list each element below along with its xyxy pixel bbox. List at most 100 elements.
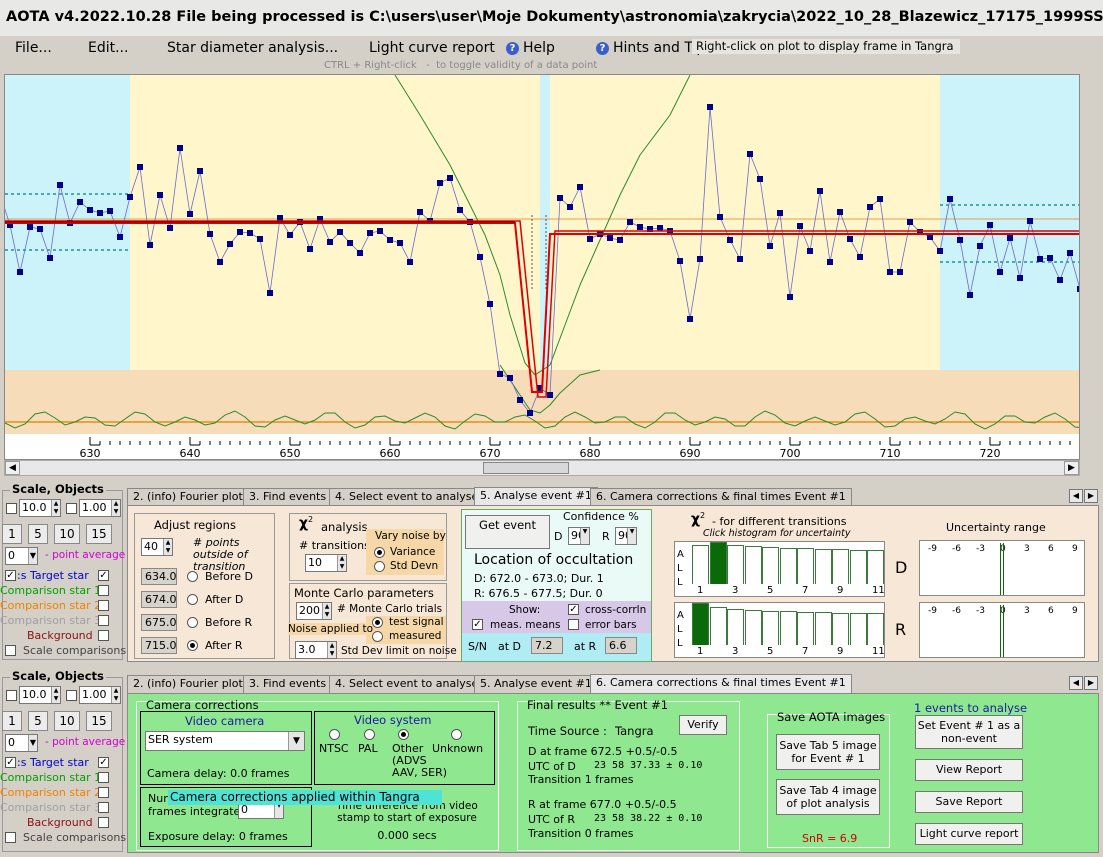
save-tab5-button[interactable]: Save Tab 5 image for Event # 1	[776, 734, 880, 770]
points-outside-spin[interactable]: 40 ▲ ▼	[141, 538, 173, 556]
chevron-down-icon[interactable]: ▼	[580, 528, 589, 544]
hist-d-bar[interactable]	[709, 542, 727, 584]
test-signal-radio[interactable]	[372, 617, 383, 628]
scale-comparisons-checkbox[interactable]	[5, 645, 16, 656]
avg-15-button-2[interactable]: 15	[86, 711, 112, 731]
transitions-spin[interactable]: 10 ▲ ▼	[305, 554, 347, 572]
before-r-radio[interactable]	[187, 617, 198, 628]
background-checkbox-2[interactable]	[98, 817, 109, 828]
avg-5-button-2[interactable]: 5	[28, 711, 48, 731]
target-star-checkbox-c[interactable]: ✓	[5, 757, 16, 768]
chi-histogram-d[interactable]: A L L 1 3 5 7 9 11	[674, 541, 885, 597]
scale-checkbox-2[interactable]	[66, 503, 77, 514]
scale-spin-3[interactable]: 10.0 ▲ ▼	[19, 686, 61, 704]
avg-15-button[interactable]: 15	[86, 524, 112, 544]
tab-find-events[interactable]: 3. Find events	[243, 488, 333, 506]
after-d-radio[interactable]	[187, 594, 198, 605]
hist-d-bar[interactable]	[779, 547, 797, 584]
light-curve-report-button[interactable]: Light curve report	[915, 823, 1023, 845]
after-r-radio[interactable]	[187, 640, 198, 651]
set-non-event-button[interactable]: Set Event # 1 as a non-event	[915, 715, 1023, 749]
tab-fourier[interactable]: 2. (info) Fourier plot	[127, 488, 249, 506]
hist-r-bar[interactable]	[762, 610, 779, 645]
menu-light-curve-report[interactable]: Light curve report	[369, 40, 495, 56]
comp-star-2-checkbox[interactable]	[98, 600, 109, 611]
menu-file[interactable]: File...	[15, 40, 52, 56]
hist-r-bar[interactable]	[867, 613, 884, 645]
chevron-down-icon[interactable]: ▼	[28, 548, 37, 564]
unknown-radio[interactable]	[451, 729, 462, 740]
scroll-left-button[interactable]: ◀	[5, 461, 20, 475]
tab-find-events-2[interactable]: 3. Find events	[243, 675, 333, 693]
hist-r-bar[interactable]	[692, 603, 709, 645]
hist-d-bar[interactable]	[832, 549, 849, 584]
comp-star-1-checkbox[interactable]	[98, 585, 109, 596]
scale-checkbox-3[interactable]	[6, 690, 17, 701]
tab-scroll-right-icon[interactable]: ▶	[1084, 676, 1098, 690]
variance-radio[interactable]	[374, 547, 385, 558]
save-report-button[interactable]: Save Report	[915, 791, 1023, 813]
scale-spin-4[interactable]: 1.00 ▲ ▼	[79, 686, 121, 704]
measured-radio[interactable]	[372, 631, 383, 642]
spin-arrows-icon[interactable]: ▲ ▼	[111, 500, 120, 516]
other-radio[interactable]	[398, 729, 409, 740]
hist-d-bar[interactable]	[814, 548, 832, 584]
hist-r-bar[interactable]	[744, 609, 762, 645]
spin-arrows-icon[interactable]: ▲ ▼	[337, 555, 346, 571]
before-d-radio[interactable]	[187, 571, 198, 582]
point-average-select[interactable]: 0 ▼	[5, 547, 38, 565]
spin-arrows-icon[interactable]: ▲ ▼	[163, 539, 172, 555]
tab-select-event[interactable]: 4. Select event to analyse	[329, 488, 485, 506]
target-star-checkbox-b[interactable]: ✓	[98, 570, 109, 581]
menu-help[interactable]: ? Help	[506, 40, 555, 56]
hist-d-bar[interactable]	[849, 549, 867, 584]
hist-r-bar[interactable]	[832, 612, 849, 645]
camera-select[interactable]: SER system ▼	[145, 731, 305, 751]
point-average-select-2[interactable]: 0 ▼	[5, 734, 38, 752]
menu-edit[interactable]: Edit...	[88, 40, 128, 56]
cross-corr-checkbox[interactable]: ✓	[568, 604, 579, 615]
tab-scroll-left-icon[interactable]: ◀	[1069, 489, 1083, 503]
get-event-button[interactable]: Get event	[465, 515, 550, 549]
chevron-down-icon[interactable]: ▼	[627, 528, 636, 544]
light-curve-plot[interactable]: 630 640 650 660 670 680 690 700 710 720	[4, 74, 1080, 460]
ntsc-radio[interactable]	[329, 729, 340, 740]
spin-arrows-icon[interactable]: ▲ ▼	[322, 603, 331, 619]
hist-d-bar[interactable]	[797, 548, 814, 584]
hist-d-bar[interactable]	[744, 546, 762, 584]
avg-1-button[interactable]: 1	[2, 524, 22, 544]
scale-spin-1[interactable]: 10.0 ▲ ▼	[19, 499, 61, 517]
spin-arrows-icon[interactable]: ▲ ▼	[51, 687, 60, 703]
tab-analyse-event-2[interactable]: 5. Analyse event #1	[474, 675, 598, 693]
view-report-button[interactable]: View Report	[915, 759, 1023, 781]
meas-means-checkbox[interactable]: ✓	[472, 619, 483, 630]
hist-r-bar[interactable]	[797, 611, 814, 645]
scale-checkbox-1[interactable]	[6, 503, 17, 514]
hist-r-bar[interactable]	[779, 611, 797, 645]
avg-1-button-2[interactable]: 1	[2, 711, 22, 731]
chi-histogram-r[interactable]: A L L 1 3 5 7 9 11	[674, 602, 885, 658]
pal-radio[interactable]	[364, 729, 375, 740]
monte-carlo-spin[interactable]: 200 ▲ ▼	[296, 602, 332, 620]
hist-d-bar[interactable]	[867, 549, 884, 584]
tab-analyse-event[interactable]: 5. Analyse event #1	[474, 487, 598, 506]
target-star-checkbox-d[interactable]: ✓	[98, 757, 109, 768]
plot-scrollbar[interactable]: ◀ ▶	[4, 460, 1080, 476]
chevron-down-icon[interactable]: ▼	[28, 735, 37, 751]
comp-star-1-checkbox-2[interactable]	[98, 772, 109, 783]
menu-star-diameter[interactable]: Star diameter analysis...	[167, 40, 338, 56]
hist-r-bar[interactable]	[709, 607, 727, 645]
confidence-r-spin[interactable]: 90 ▼	[615, 527, 637, 545]
sd-limit-spin[interactable]: 3.0 ▲ ▼	[295, 641, 337, 659]
tab-fourier-2[interactable]: 2. (info) Fourier plot	[127, 675, 249, 693]
scroll-thumb[interactable]	[483, 462, 569, 474]
spin-arrows-icon[interactable]: ▲ ▼	[51, 500, 60, 516]
save-tab4-button[interactable]: Save Tab 4 image of plot analysis	[776, 779, 880, 815]
hist-d-bar[interactable]	[692, 545, 709, 584]
avg-10-button-2[interactable]: 10	[54, 711, 80, 731]
comp-star-2-checkbox-2[interactable]	[98, 787, 109, 798]
target-star-checkbox-a[interactable]: ✓	[5, 570, 16, 581]
hist-r-bar[interactable]	[849, 612, 867, 645]
hist-r-bar[interactable]	[727, 608, 744, 645]
hist-d-bar[interactable]	[727, 545, 744, 584]
